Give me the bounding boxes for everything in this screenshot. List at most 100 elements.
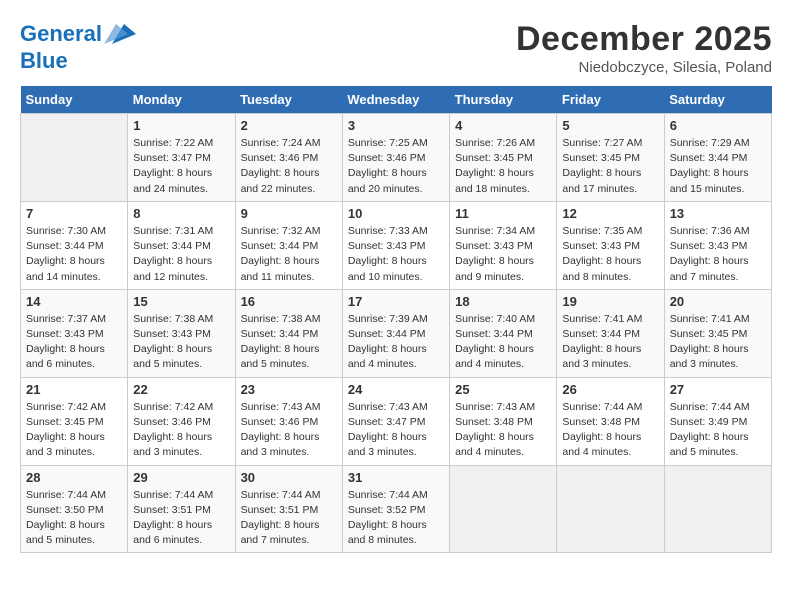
day-number: 2 [241, 118, 337, 133]
weekday-header-saturday: Saturday [664, 86, 771, 114]
calendar-cell: 21Sunrise: 7:42 AMSunset: 3:45 PMDayligh… [21, 377, 128, 465]
day-number: 17 [348, 294, 444, 309]
calendar-cell: 17 Sunrise: 7:39 AMSunset: 3:44 PMDayligh… [342, 289, 449, 377]
day-info: Sunrise: 7:24 AMSunset: 3:46 PMDaylight:… [241, 136, 337, 197]
day-number: 24 [348, 382, 444, 397]
day-info: Sunrise: 7:43 AMSunset: 3:46 PMDaylight:… [241, 400, 337, 461]
page-header: General Blue December 2025 Niedobczyce, … [20, 20, 772, 76]
day-number: 8 [133, 206, 229, 221]
day-info: Sunrise: 7:39 AMSunset: 3:44 PMDaylight:… [348, 312, 444, 373]
day-info: Sunrise: 7:41 AMSunset: 3:44 PMDaylight:… [562, 312, 658, 373]
calendar-cell: 23 Sunrise: 7:43 AMSunset: 3:46 PMDayligh… [235, 377, 342, 465]
logo-icon [104, 20, 136, 48]
calendar-table: SundayMondayTuesdayWednesdayThursdayFrid… [20, 86, 772, 553]
day-number: 14 [26, 294, 122, 309]
calendar-cell [557, 465, 664, 553]
calendar-cell: 11 Sunrise: 7:34 AMSunset: 3:43 PMDayligh… [450, 201, 557, 289]
calendar-cell: 8 Sunrise: 7:31 AMSunset: 3:44 PMDaylight… [128, 201, 235, 289]
day-info: Sunrise: 7:38 AMSunset: 3:44 PMDaylight:… [241, 312, 337, 373]
day-info: Sunrise: 7:44 AMSunset: 3:49 PMDaylight:… [670, 400, 766, 461]
day-number: 22 [133, 382, 229, 397]
day-info: Sunrise: 7:40 AMSunset: 3:44 PMDaylight:… [455, 312, 551, 373]
calendar-cell: 26Sunrise: 7:44 AMSunset: 3:48 PMDayligh… [557, 377, 664, 465]
day-info: Sunrise: 7:35 AMSunset: 3:43 PMDaylight:… [562, 224, 658, 285]
day-number: 11 [455, 206, 551, 221]
calendar-cell: 6 Sunrise: 7:29 AMSunset: 3:44 PMDaylight… [664, 114, 771, 202]
weekday-header-tuesday: Tuesday [235, 86, 342, 114]
day-number: 29 [133, 470, 229, 485]
calendar-cell: 4 Sunrise: 7:26 AMSunset: 3:45 PMDaylight… [450, 114, 557, 202]
day-info: Sunrise: 7:27 AMSunset: 3:45 PMDaylight:… [562, 136, 658, 197]
calendar-cell: 9Sunrise: 7:32 AMSunset: 3:44 PMDaylight… [235, 201, 342, 289]
day-info: Sunrise: 7:44 AMSunset: 3:48 PMDaylight:… [562, 400, 658, 461]
day-info: Sunrise: 7:37 AMSunset: 3:43 PMDaylight:… [26, 312, 122, 373]
day-number: 25 [455, 382, 551, 397]
day-number: 4 [455, 118, 551, 133]
weekday-header-wednesday: Wednesday [342, 86, 449, 114]
calendar-cell: 18 Sunrise: 7:40 AMSunset: 3:44 PMDayligh… [450, 289, 557, 377]
day-number: 1 [133, 118, 229, 133]
day-info: Sunrise: 7:38 AMSunset: 3:43 PMDaylight:… [133, 312, 229, 373]
day-info: Sunrise: 7:44 AMSunset: 3:51 PMDaylight:… [241, 488, 337, 549]
calendar-cell: 10 Sunrise: 7:33 AMSunset: 3:43 PMDayligh… [342, 201, 449, 289]
day-info: Sunrise: 7:36 AMSunset: 3:43 PMDaylight:… [670, 224, 766, 285]
day-info: Sunrise: 7:43 AMSunset: 3:48 PMDaylight:… [455, 400, 551, 461]
day-info: Sunrise: 7:32 AMSunset: 3:44 PMDaylight:… [241, 224, 337, 285]
calendar-cell: 29 Sunrise: 7:44 AMSunset: 3:51 PMDayligh… [128, 465, 235, 553]
day-info: Sunrise: 7:31 AMSunset: 3:44 PMDaylight:… [133, 224, 229, 285]
calendar-cell: 14 Sunrise: 7:37 AMSunset: 3:43 PMDayligh… [21, 289, 128, 377]
weekday-header-row: SundayMondayTuesdayWednesdayThursdayFrid… [21, 86, 772, 114]
calendar-cell: 22 Sunrise: 7:42 AMSunset: 3:46 PMDayligh… [128, 377, 235, 465]
calendar-cell: 15Sunrise: 7:38 AMSunset: 3:43 PMDayligh… [128, 289, 235, 377]
day-number: 20 [670, 294, 766, 309]
calendar-cell [450, 465, 557, 553]
weekday-header-thursday: Thursday [450, 86, 557, 114]
day-number: 6 [670, 118, 766, 133]
day-info: Sunrise: 7:44 AMSunset: 3:50 PMDaylight:… [26, 488, 122, 549]
day-number: 30 [241, 470, 337, 485]
calendar-cell: 24 Sunrise: 7:43 AMSunset: 3:47 PMDayligh… [342, 377, 449, 465]
day-number: 3 [348, 118, 444, 133]
week-row-1: 1 Sunrise: 7:22 AMSunset: 3:47 PMDaylight… [21, 114, 772, 202]
day-number: 5 [562, 118, 658, 133]
location-subtitle: Niedobczyce, Silesia, Poland [516, 59, 772, 76]
logo-general: General [20, 22, 102, 46]
day-number: 12 [562, 206, 658, 221]
day-number: 23 [241, 382, 337, 397]
calendar-cell: 28Sunrise: 7:44 AMSunset: 3:50 PMDayligh… [21, 465, 128, 553]
calendar-cell: 7Sunrise: 7:30 AMSunset: 3:44 PMDaylight… [21, 201, 128, 289]
day-info: Sunrise: 7:43 AMSunset: 3:47 PMDaylight:… [348, 400, 444, 461]
day-info: Sunrise: 7:34 AMSunset: 3:43 PMDaylight:… [455, 224, 551, 285]
day-number: 31 [348, 470, 444, 485]
calendar-cell: 27 Sunrise: 7:44 AMSunset: 3:49 PMDayligh… [664, 377, 771, 465]
day-info: Sunrise: 7:44 AMSunset: 3:51 PMDaylight:… [133, 488, 229, 549]
day-info: Sunrise: 7:33 AMSunset: 3:43 PMDaylight:… [348, 224, 444, 285]
weekday-header-friday: Friday [557, 86, 664, 114]
day-info: Sunrise: 7:44 AMSunset: 3:52 PMDaylight:… [348, 488, 444, 549]
day-info: Sunrise: 7:29 AMSunset: 3:44 PMDaylight:… [670, 136, 766, 197]
day-number: 13 [670, 206, 766, 221]
day-number: 18 [455, 294, 551, 309]
weekday-header-monday: Monday [128, 86, 235, 114]
day-info: Sunrise: 7:41 AMSunset: 3:45 PMDaylight:… [670, 312, 766, 373]
calendar-cell: 5 Sunrise: 7:27 AMSunset: 3:45 PMDaylight… [557, 114, 664, 202]
day-info: Sunrise: 7:42 AMSunset: 3:46 PMDaylight:… [133, 400, 229, 461]
day-info: Sunrise: 7:30 AMSunset: 3:44 PMDaylight:… [26, 224, 122, 285]
calendar-cell: 31 Sunrise: 7:44 AMSunset: 3:52 PMDayligh… [342, 465, 449, 553]
day-info: Sunrise: 7:26 AMSunset: 3:45 PMDaylight:… [455, 136, 551, 197]
calendar-cell: 16 Sunrise: 7:38 AMSunset: 3:44 PMDayligh… [235, 289, 342, 377]
day-info: Sunrise: 7:25 AMSunset: 3:46 PMDaylight:… [348, 136, 444, 197]
calendar-cell: 19Sunrise: 7:41 AMSunset: 3:44 PMDayligh… [557, 289, 664, 377]
day-number: 21 [26, 382, 122, 397]
day-number: 10 [348, 206, 444, 221]
logo-blue: Blue [20, 48, 136, 74]
calendar-cell: 3 Sunrise: 7:25 AMSunset: 3:46 PMDaylight… [342, 114, 449, 202]
day-number: 27 [670, 382, 766, 397]
day-number: 16 [241, 294, 337, 309]
week-row-5: 28Sunrise: 7:44 AMSunset: 3:50 PMDayligh… [21, 465, 772, 553]
title-block: December 2025 Niedobczyce, Silesia, Pola… [516, 20, 772, 76]
day-info: Sunrise: 7:22 AMSunset: 3:47 PMDaylight:… [133, 136, 229, 197]
week-row-2: 7Sunrise: 7:30 AMSunset: 3:44 PMDaylight… [21, 201, 772, 289]
calendar-cell: 20 Sunrise: 7:41 AMSunset: 3:45 PMDayligh… [664, 289, 771, 377]
weekday-header-sunday: Sunday [21, 86, 128, 114]
